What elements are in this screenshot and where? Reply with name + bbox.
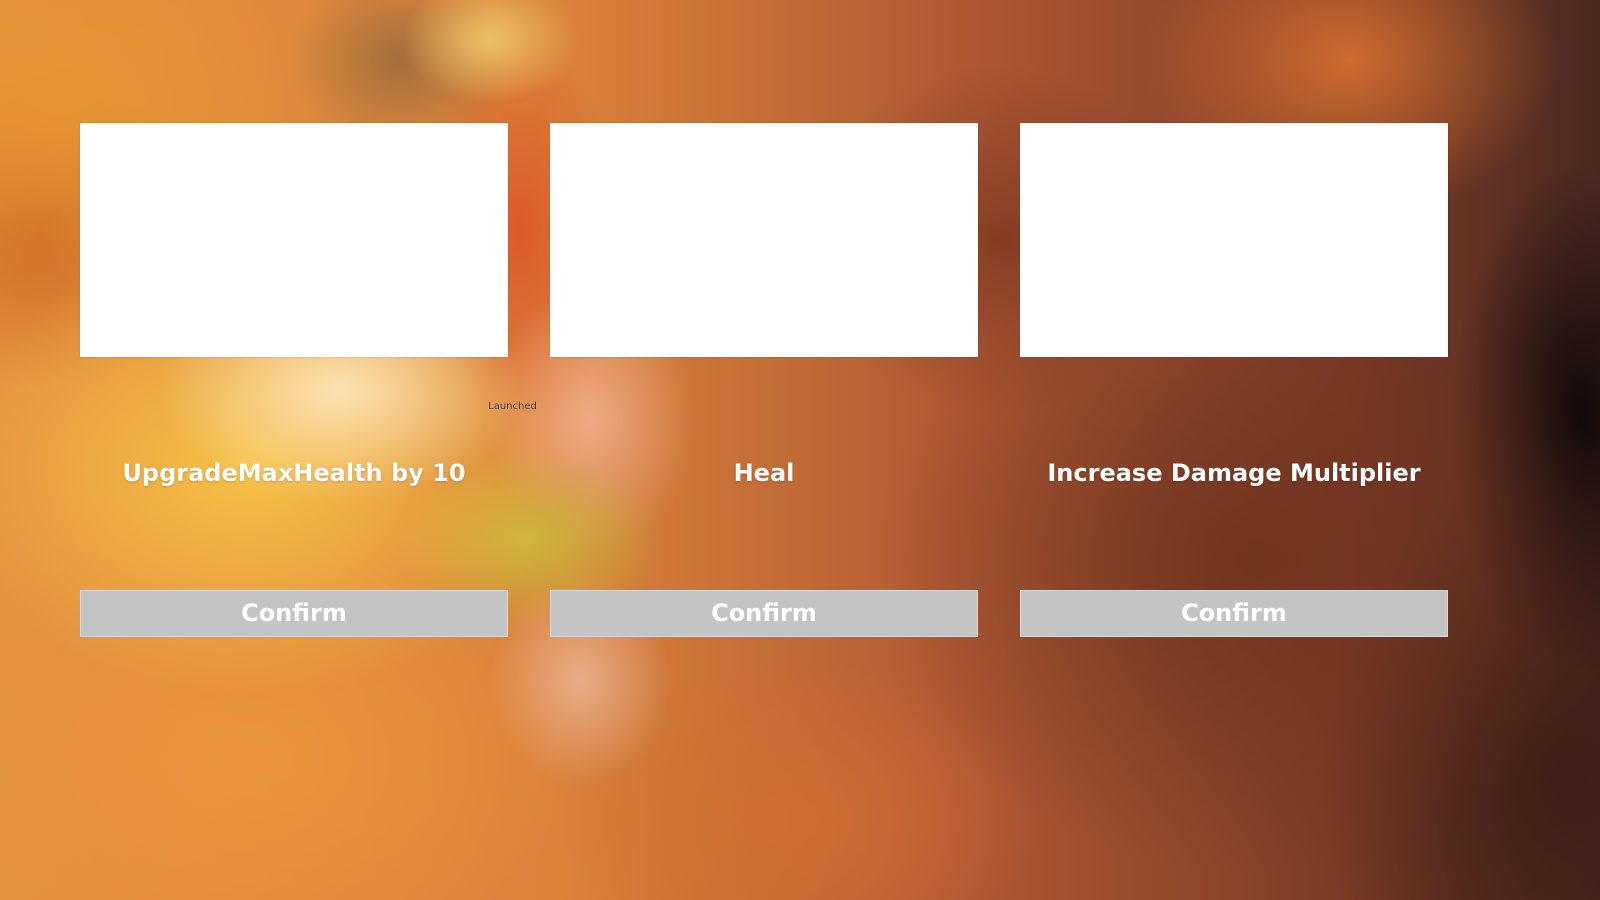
launched-status-text: Launched: [488, 401, 537, 412]
option-1-image: [80, 123, 508, 357]
option-2-image: [550, 123, 978, 357]
option-3-image: [1020, 123, 1448, 357]
option-3-confirm-button[interactable]: Confirm: [1020, 590, 1448, 637]
option-3-title: Increase Damage Multiplier: [1047, 459, 1421, 487]
option-2-confirm-button[interactable]: Confirm: [550, 590, 978, 637]
option-1-title: UpgradeMaxHealth by 10: [122, 459, 466, 487]
option-2-title: Heal: [733, 459, 795, 487]
option-1-confirm-button[interactable]: Confirm: [80, 590, 508, 637]
